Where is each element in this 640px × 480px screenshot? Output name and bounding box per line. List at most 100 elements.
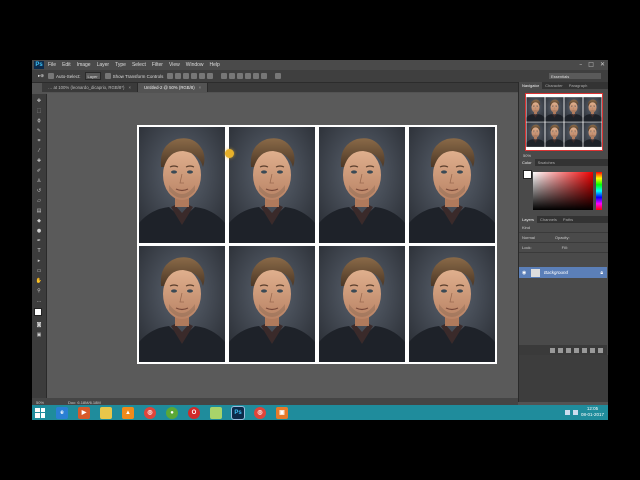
path-select-icon[interactable]: ▸ <box>35 257 43 264</box>
clock[interactable]: 12:05 08-01-2017 <box>581 406 604 418</box>
link-icon[interactable] <box>550 347 555 353</box>
quick-mask-icon[interactable]: ◙ <box>35 321 43 328</box>
eyedropper-tool-icon[interactable]: ⁄ <box>35 147 43 154</box>
move-tool-icon[interactable]: ✥ <box>35 97 43 104</box>
type-tool-icon[interactable]: T <box>35 247 43 254</box>
workspace-dropdown[interactable]: Essentials <box>549 73 601 79</box>
tab-navigator[interactable]: Navigator <box>519 82 543 89</box>
tab-swatches[interactable]: Swatches <box>535 159 558 166</box>
hand-tool-icon[interactable]: ✋ <box>35 277 43 284</box>
tab-layers[interactable]: Layers <box>519 216 538 223</box>
vlc-icon[interactable]: ▲ <box>122 406 134 419</box>
auto-align-icon[interactable] <box>275 73 282 79</box>
minimize-icon[interactable]: – <box>579 61 582 68</box>
volume-icon[interactable] <box>572 409 578 415</box>
marquee-tool-icon[interactable]: ⬚ <box>35 107 43 114</box>
photoshop-taskbar-icon[interactable]: Ps <box>231 405 245 420</box>
layer-row-background[interactable]: ◉ Background 🔒︎ <box>519 267 607 278</box>
tab-paths[interactable]: Paths <box>560 216 576 223</box>
fx-icon[interactable] <box>558 347 563 353</box>
tab-channels[interactable]: Channels <box>537 216 560 223</box>
menu-filter[interactable]: Filter <box>152 62 163 68</box>
new-layer-icon[interactable] <box>590 347 595 353</box>
windows-start-icon[interactable] <box>35 407 45 418</box>
menu-help[interactable]: Help <box>210 62 220 68</box>
dodge-tool-icon[interactable]: ● <box>35 227 43 234</box>
distribute-left-icon[interactable] <box>245 73 252 79</box>
chrome-icon[interactable]: ◎ <box>254 406 266 419</box>
zoom-tool-icon[interactable]: ⚲ <box>35 287 43 294</box>
auto-select-checkbox[interactable] <box>48 73 55 79</box>
folder-icon[interactable] <box>582 347 587 353</box>
history-brush-icon[interactable]: ↺ <box>35 187 43 194</box>
distribute-top-icon[interactable] <box>221 73 228 79</box>
menu-type[interactable]: Type <box>115 62 126 68</box>
foreground-color[interactable] <box>34 308 42 316</box>
maximize-icon[interactable]: □ <box>588 61 594 68</box>
adjustment-icon[interactable] <box>574 347 579 353</box>
navigator-preview[interactable] <box>525 93 603 151</box>
menu-select[interactable]: Select <box>132 62 146 68</box>
align-top-icon[interactable] <box>167 73 174 79</box>
media-player-icon[interactable]: ▶ <box>78 406 90 419</box>
distribute-middle-icon[interactable] <box>229 73 236 79</box>
layer-name[interactable]: Background <box>544 270 568 275</box>
trash-icon[interactable] <box>598 347 603 353</box>
shape-tool-icon[interactable]: ▭ <box>35 267 43 274</box>
menu-view[interactable]: View <box>169 62 180 68</box>
orange-app-icon[interactable]: ▣ <box>276 406 288 419</box>
quick-select-tool-icon[interactable]: ✎ <box>35 127 43 134</box>
align-middle-icon[interactable] <box>175 73 182 79</box>
menu-layer[interactable]: Layer <box>97 62 110 68</box>
brush-tool-icon[interactable]: ✐ <box>35 167 43 174</box>
hue-slider[interactable] <box>596 172 602 210</box>
menu-window[interactable]: Window <box>186 62 204 68</box>
opera-icon[interactable]: O <box>188 406 200 419</box>
distribute-right-icon[interactable] <box>261 73 268 79</box>
lasso-tool-icon[interactable]: ϕ <box>35 117 43 124</box>
tab-leonardo[interactable]: … at 100% (leonardo_dicaprio, RGB/8*) × <box>42 83 138 92</box>
pen-tool-icon[interactable]: ✒ <box>35 237 43 244</box>
close-tab-icon[interactable]: × <box>128 85 131 90</box>
align-left-icon[interactable] <box>191 73 198 79</box>
green-app-icon[interactable]: ● <box>166 406 178 419</box>
network-icon[interactable] <box>564 409 570 415</box>
distribute-center-icon[interactable] <box>253 73 260 79</box>
navigator-zoom[interactable]: 50% <box>523 153 531 158</box>
tab-character[interactable]: Character <box>542 82 566 89</box>
align-center-icon[interactable] <box>199 73 206 79</box>
screen-mode-icon[interactable]: ▣ <box>35 331 43 338</box>
canvas-area[interactable] <box>47 93 518 398</box>
files-icon[interactable] <box>210 406 222 419</box>
close-icon[interactable]: ✕ <box>600 61 605 68</box>
stamp-tool-icon[interactable]: ♙ <box>35 177 43 184</box>
transform-checkbox[interactable] <box>104 73 111 79</box>
color-foreground-swatch[interactable] <box>523 170 532 179</box>
blend-mode-dropdown[interactable]: Normal <box>522 235 535 240</box>
healing-tool-icon[interactable]: ✚ <box>35 157 43 164</box>
tab-color[interactable]: Color <box>519 159 535 166</box>
zoom-level[interactable]: 50% <box>36 400 44 405</box>
move-tool-icon[interactable]: ▸⊕ <box>38 73 44 79</box>
tab-untitled-2[interactable]: Untitled-2 @ 50% (RGB/8) × <box>137 83 209 92</box>
document-canvas[interactable] <box>137 125 497 364</box>
color-swatches[interactable] <box>34 308 45 319</box>
close-tab-icon[interactable]: × <box>199 85 202 90</box>
eye-icon[interactable]: ◉ <box>522 270 526 276</box>
mask-icon[interactable] <box>566 347 571 353</box>
kind-filter[interactable]: Kind <box>522 225 530 230</box>
align-bottom-icon[interactable] <box>183 73 190 79</box>
menu-edit[interactable]: Edit <box>62 62 71 68</box>
align-right-icon[interactable] <box>207 73 214 79</box>
gradient-tool-icon[interactable]: ▤ <box>35 207 43 214</box>
folder-icon[interactable] <box>100 406 112 419</box>
menu-image[interactable]: Image <box>77 62 91 68</box>
color-picker-field[interactable] <box>533 172 593 210</box>
more-tools-icon[interactable]: … <box>35 297 43 304</box>
auto-select-dropdown[interactable]: Layer <box>84 72 101 80</box>
chrome-icon[interactable]: ◎ <box>144 406 156 419</box>
blur-tool-icon[interactable]: ◆ <box>35 217 43 224</box>
tab-paragraph[interactable]: Paragraph <box>566 82 591 89</box>
crop-tool-icon[interactable]: ⌗ <box>35 137 43 144</box>
distribute-bottom-icon[interactable] <box>237 73 244 79</box>
